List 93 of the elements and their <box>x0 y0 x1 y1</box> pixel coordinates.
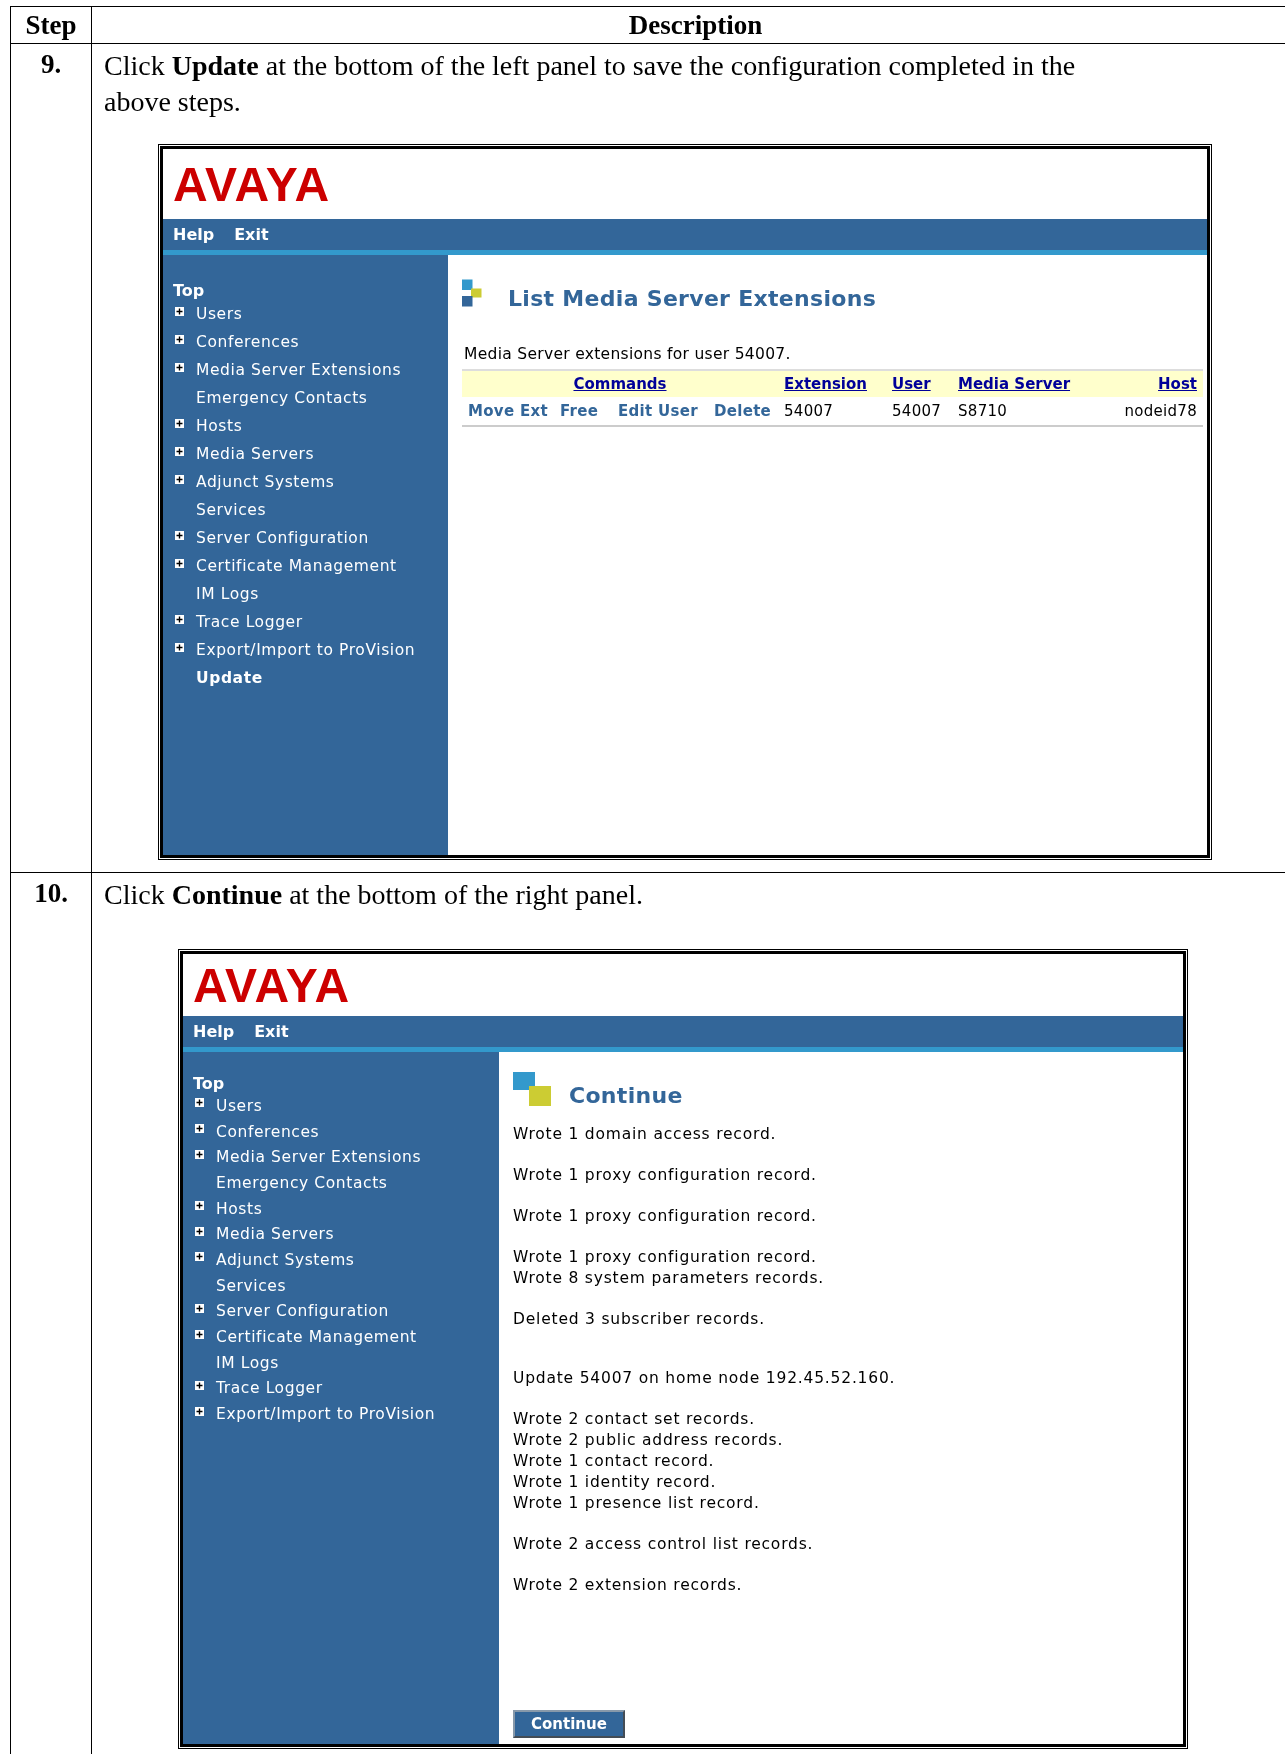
page-title: List Media Server Extensions <box>508 286 877 311</box>
expand-icon[interactable] <box>195 1124 204 1134</box>
nav-link[interactable]: Hosts <box>196 417 243 435</box>
nav-link[interactable]: Services <box>216 1276 287 1295</box>
status-message: Wrote 1 proxy configuration record. <box>513 1165 818 1186</box>
status-message: Deleted 3 subscriber records. <box>513 1309 766 1330</box>
logo-text: AVAYA <box>173 156 331 212</box>
nav-link[interactable]: Media Server Extensions <box>196 361 402 379</box>
nav-link[interactable]: Users <box>216 1096 263 1115</box>
expand-icon[interactable] <box>195 1380 204 1390</box>
status-message: Wrote 1 presence list record. <box>513 1493 761 1514</box>
page-title: Continue <box>569 1083 683 1108</box>
expand-icon[interactable] <box>195 1226 204 1236</box>
nav-link[interactable]: Media Server Extensions <box>216 1148 422 1167</box>
table-cell: S8710 <box>958 402 1008 420</box>
table-cell: 54007 <box>892 402 942 420</box>
expand-icon[interactable] <box>175 362 184 372</box>
nav-link[interactable]: Media Servers <box>196 445 315 463</box>
nav-link[interactable]: Top <box>193 1074 225 1093</box>
expand-icon[interactable] <box>175 334 184 344</box>
command-link[interactable]: Free <box>560 402 599 420</box>
menu-link[interactable]: Exit <box>254 1022 289 1041</box>
nav-link[interactable]: Certificate Management <box>196 557 397 575</box>
nav-link[interactable]: Certificate Management <box>216 1328 417 1347</box>
column-header-link[interactable]: Host <box>1158 375 1197 393</box>
step-number: 10. <box>34 878 68 909</box>
expand-icon[interactable] <box>175 306 184 316</box>
command-link[interactable]: Move Ext <box>468 402 548 420</box>
table-cell: nodeid78 <box>1124 402 1197 420</box>
expand-icon[interactable] <box>175 642 184 652</box>
status-message: Wrote 1 proxy configuration record. <box>513 1247 818 1268</box>
logo-text: AVAYA <box>193 957 351 1013</box>
menu-link[interactable]: Help <box>193 1022 235 1041</box>
intro-text: Media Server extensions for user 54007. <box>464 345 792 363</box>
column-header-link[interactable]: Extension <box>784 375 867 393</box>
expand-icon[interactable] <box>175 530 184 540</box>
command-link[interactable]: Edit User <box>618 402 698 420</box>
nav-link[interactable]: Emergency Contacts <box>196 389 368 407</box>
nav-link[interactable]: Services <box>196 501 267 519</box>
nav-link[interactable]: Export/Import to ProVision <box>216 1405 436 1424</box>
column-header-link[interactable]: User <box>892 375 931 393</box>
nav-link[interactable]: Adjunct Systems <box>216 1250 355 1269</box>
command-link[interactable]: Delete <box>714 402 772 420</box>
column-header: Step <box>10 6 92 44</box>
expand-icon[interactable] <box>175 474 184 484</box>
status-message: Wrote 1 identity record. <box>513 1472 718 1493</box>
nav-link[interactable]: Trace Logger <box>216 1379 323 1398</box>
nav-link[interactable]: Users <box>196 305 243 323</box>
expand-icon[interactable] <box>175 418 184 428</box>
status-message: Wrote 2 access control list records. <box>513 1534 815 1555</box>
menu-link[interactable]: Help <box>173 225 215 244</box>
expand-icon[interactable] <box>195 1252 204 1262</box>
nav-link[interactable]: IM Logs <box>196 585 259 603</box>
column-header-link[interactable]: Commands <box>573 375 667 393</box>
status-message: Wrote 1 proxy configuration record. <box>513 1206 818 1227</box>
column-header-link[interactable]: Media Server <box>958 375 1071 393</box>
nav-link[interactable]: Server Configuration <box>216 1302 389 1321</box>
status-message: Wrote 2 extension records. <box>513 1575 744 1596</box>
nav-link[interactable]: Server Configuration <box>196 529 369 547</box>
status-message: Wrote 2 contact set records. <box>513 1409 756 1430</box>
nav-link[interactable]: Conferences <box>216 1122 320 1141</box>
step-number: 9. <box>40 49 62 80</box>
nav-link[interactable]: Conferences <box>196 333 300 351</box>
nav-link[interactable]: Top <box>173 281 205 300</box>
expand-icon[interactable] <box>175 446 184 456</box>
nav-link[interactable]: Media Servers <box>216 1225 335 1244</box>
status-message: Wrote 1 domain access record. <box>513 1124 778 1145</box>
status-message: Update 54007 on home node 192.45.52.160. <box>513 1368 897 1389</box>
expand-icon[interactable] <box>195 1329 204 1339</box>
expand-icon[interactable] <box>175 614 184 624</box>
expand-icon[interactable] <box>195 1149 204 1159</box>
nav-link[interactable]: Adjunct Systems <box>196 473 335 491</box>
expand-icon[interactable] <box>175 558 184 568</box>
expand-icon[interactable] <box>195 1098 204 1108</box>
nav-link[interactable]: Hosts <box>216 1199 263 1218</box>
table-cell: 54007 <box>784 402 834 420</box>
nav-link[interactable]: Update <box>196 669 263 687</box>
nav-link[interactable]: Export/Import to ProVision <box>196 641 416 659</box>
nav-link[interactable]: Emergency Contacts <box>216 1173 388 1192</box>
expand-icon[interactable] <box>195 1406 204 1416</box>
status-message: Wrote 1 contact record. <box>513 1451 716 1472</box>
page-icon <box>513 1072 553 1108</box>
nav-link[interactable]: Trace Logger <box>196 613 303 631</box>
status-message: Wrote 2 public address records. <box>513 1430 785 1451</box>
menu-link[interactable]: Exit <box>234 225 269 244</box>
status-message: Wrote 8 system parameters records. <box>513 1268 825 1289</box>
nav-link[interactable]: IM Logs <box>216 1353 279 1372</box>
expand-icon[interactable] <box>195 1201 204 1211</box>
expand-icon[interactable] <box>195 1303 204 1313</box>
column-header: Description <box>91 6 1285 44</box>
instruction-text: Click Continue at the bottom of the right panel. <box>104 878 644 912</box>
instruction-text: Click Update at the bottom of the left panel to save the configuration completed in the above steps. <box>104 49 1077 119</box>
continue-button[interactable]: Continue <box>513 1710 625 1738</box>
